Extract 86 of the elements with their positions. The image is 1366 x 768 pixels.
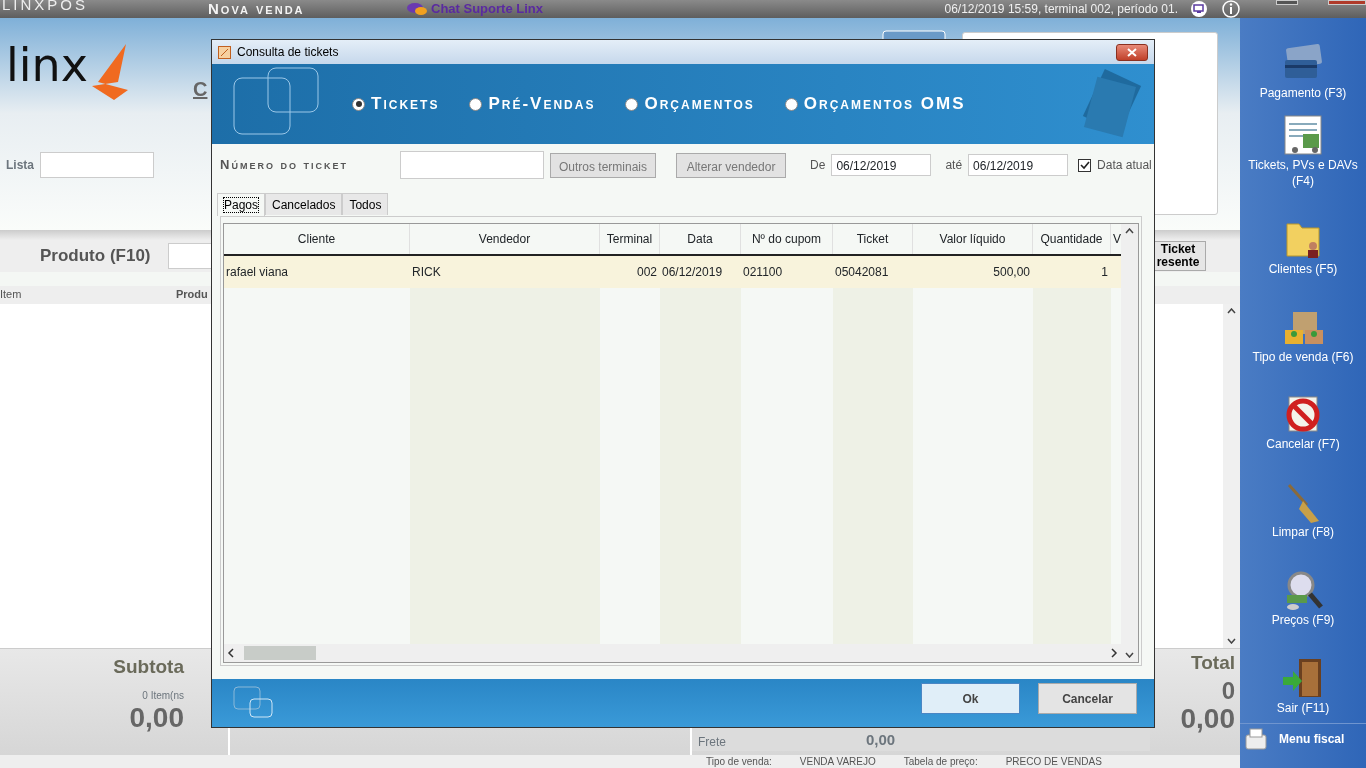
frete-value: 0,00 bbox=[866, 729, 896, 750]
session-info: 06/12/2019 15:59, terminal 002, período 01. bbox=[944, 1, 1178, 18]
minimize-button[interactable] bbox=[1276, 0, 1298, 5]
column-header: Nº do cupom bbox=[741, 224, 833, 254]
scroll-down-icon bbox=[1125, 652, 1134, 658]
selected-row[interactable]: rafael viana RICK 002 06/12/2019 021100 05042081 500,00 1 bbox=[224, 256, 1121, 288]
filter-button[interactable]: Outros terminais bbox=[550, 152, 657, 178]
section-heading: C bbox=[193, 77, 208, 102]
scrollbar[interactable] bbox=[1223, 304, 1240, 648]
scroll-down-icon bbox=[1227, 638, 1236, 644]
dialog-title: Consulta de tickets bbox=[237, 44, 339, 61]
status-label: Tabela de preço: bbox=[903, 755, 978, 768]
date-to-field[interactable]: 06/12/2019 bbox=[968, 154, 1069, 176]
status-value: PRECO DE VENDAS bbox=[1005, 755, 1102, 768]
window-icon bbox=[218, 45, 231, 59]
column-header: Terminal bbox=[600, 224, 660, 254]
mode-radio[interactable]: Tickets bbox=[352, 91, 440, 117]
tab[interactable]: Todos bbox=[342, 193, 389, 215]
documents-drawing bbox=[1082, 69, 1144, 139]
date-from-label: De bbox=[810, 157, 826, 174]
total-value: 0,00 bbox=[1180, 703, 1235, 735]
monitor-icon bbox=[1190, 1, 1208, 17]
sidebar-button[interactable]: Tickets, PVs e DAVs (F4) bbox=[1240, 107, 1366, 196]
mode-radio[interactable]: Orçamentos bbox=[625, 91, 755, 117]
vertical-scrollbar[interactable] bbox=[1121, 224, 1138, 662]
lista-field[interactable] bbox=[40, 152, 154, 178]
close-button[interactable] bbox=[1116, 43, 1148, 61]
table-cell-text: 05042081 bbox=[834, 264, 890, 281]
produto-label: Produto (F10) bbox=[39, 245, 152, 268]
filter-button[interactable]: Alterar vendedor bbox=[676, 152, 787, 178]
sidebar-button[interactable]: Clientes (F5) bbox=[1240, 195, 1366, 284]
mode-radio[interactable]: Orçamentos OMS bbox=[784, 91, 966, 117]
subtotal-label: Subtota bbox=[113, 655, 184, 679]
sidebar-button[interactable]: Tipo de venda (F6) bbox=[1240, 283, 1366, 372]
frete-label: Frete bbox=[698, 734, 726, 751]
mode-radio[interactable]: Pré-Vendas bbox=[469, 91, 596, 117]
column-header: Valor líquido bbox=[913, 224, 1033, 254]
items-count: 0 Item(ns bbox=[142, 688, 184, 703]
column-header: Ticket bbox=[833, 224, 913, 254]
horizontal-scrollbar[interactable] bbox=[224, 644, 1121, 662]
table-cell-text: 002 bbox=[635, 264, 658, 281]
column-header: Cliente bbox=[224, 224, 410, 254]
column-header: Vendedor bbox=[410, 224, 600, 254]
table-cell-text: 021100 bbox=[742, 264, 784, 281]
lista-label: Lista bbox=[6, 157, 34, 174]
tab[interactable]: Pagos bbox=[217, 193, 266, 216]
table-cell-text: RICK bbox=[411, 264, 442, 281]
sidebar-button[interactable]: Preços (F9) bbox=[1240, 546, 1366, 635]
table-cell-text: rafael viana bbox=[225, 264, 290, 281]
app-title: LINXPOS bbox=[1, 0, 90, 15]
ticket-number-label: Número do ticket bbox=[220, 156, 350, 175]
ticket-number-field[interactable] bbox=[400, 151, 544, 179]
status-value: VENDA VAREJO bbox=[799, 755, 876, 768]
info-icon bbox=[1222, 0, 1240, 18]
table-cell-text: 1 bbox=[1100, 264, 1109, 281]
dialog-button[interactable]: Ok bbox=[921, 683, 1020, 714]
sidebar-button[interactable]: Cancelar (F7) bbox=[1240, 371, 1366, 460]
date-to-label: até bbox=[945, 157, 963, 174]
table-cell-text: 500,00 bbox=[992, 264, 1031, 281]
close-icon bbox=[1127, 47, 1137, 57]
sidebar-button[interactable]: Limpar (F8) bbox=[1240, 459, 1366, 547]
column-header: Data bbox=[660, 224, 741, 254]
screen-title: Nova venda bbox=[208, 0, 306, 18]
column-header: V bbox=[1112, 231, 1121, 248]
data-atual-checkbox[interactable] bbox=[1078, 158, 1092, 172]
scroll-thumb[interactable] bbox=[244, 646, 316, 660]
dialog-button[interactable]: Cancelar bbox=[1038, 683, 1137, 714]
subtotal-value: 0,00 bbox=[129, 702, 184, 734]
total-label: Total bbox=[1191, 651, 1235, 675]
table-cell-text: 06/12/2019 bbox=[661, 264, 724, 281]
scroll-up-icon bbox=[1227, 308, 1236, 314]
printer-icon bbox=[1243, 726, 1269, 751]
tab[interactable]: Cancelados bbox=[265, 193, 343, 215]
scroll-up-icon bbox=[1125, 228, 1134, 234]
data-atual-label: Data atual bbox=[1097, 157, 1152, 174]
date-from-field[interactable]: 06/12/2019 bbox=[831, 154, 932, 176]
column-header: Item bbox=[0, 287, 23, 302]
column-header: Produ bbox=[176, 287, 206, 302]
chat-bubbles-icon bbox=[406, 2, 428, 16]
logo-text: linx bbox=[6, 42, 88, 88]
sidebar-button[interactable]: Pagamento (F3) bbox=[1240, 20, 1366, 108]
column-header: Quantidade bbox=[1033, 224, 1111, 254]
menu-fiscal-button[interactable]: Menu fiscal bbox=[1240, 722, 1366, 755]
status-label: Tipo de venda: bbox=[706, 755, 772, 768]
total-quantity: 0 bbox=[1221, 677, 1235, 704]
sidebar-button[interactable]: Sair (F11) bbox=[1240, 634, 1366, 723]
